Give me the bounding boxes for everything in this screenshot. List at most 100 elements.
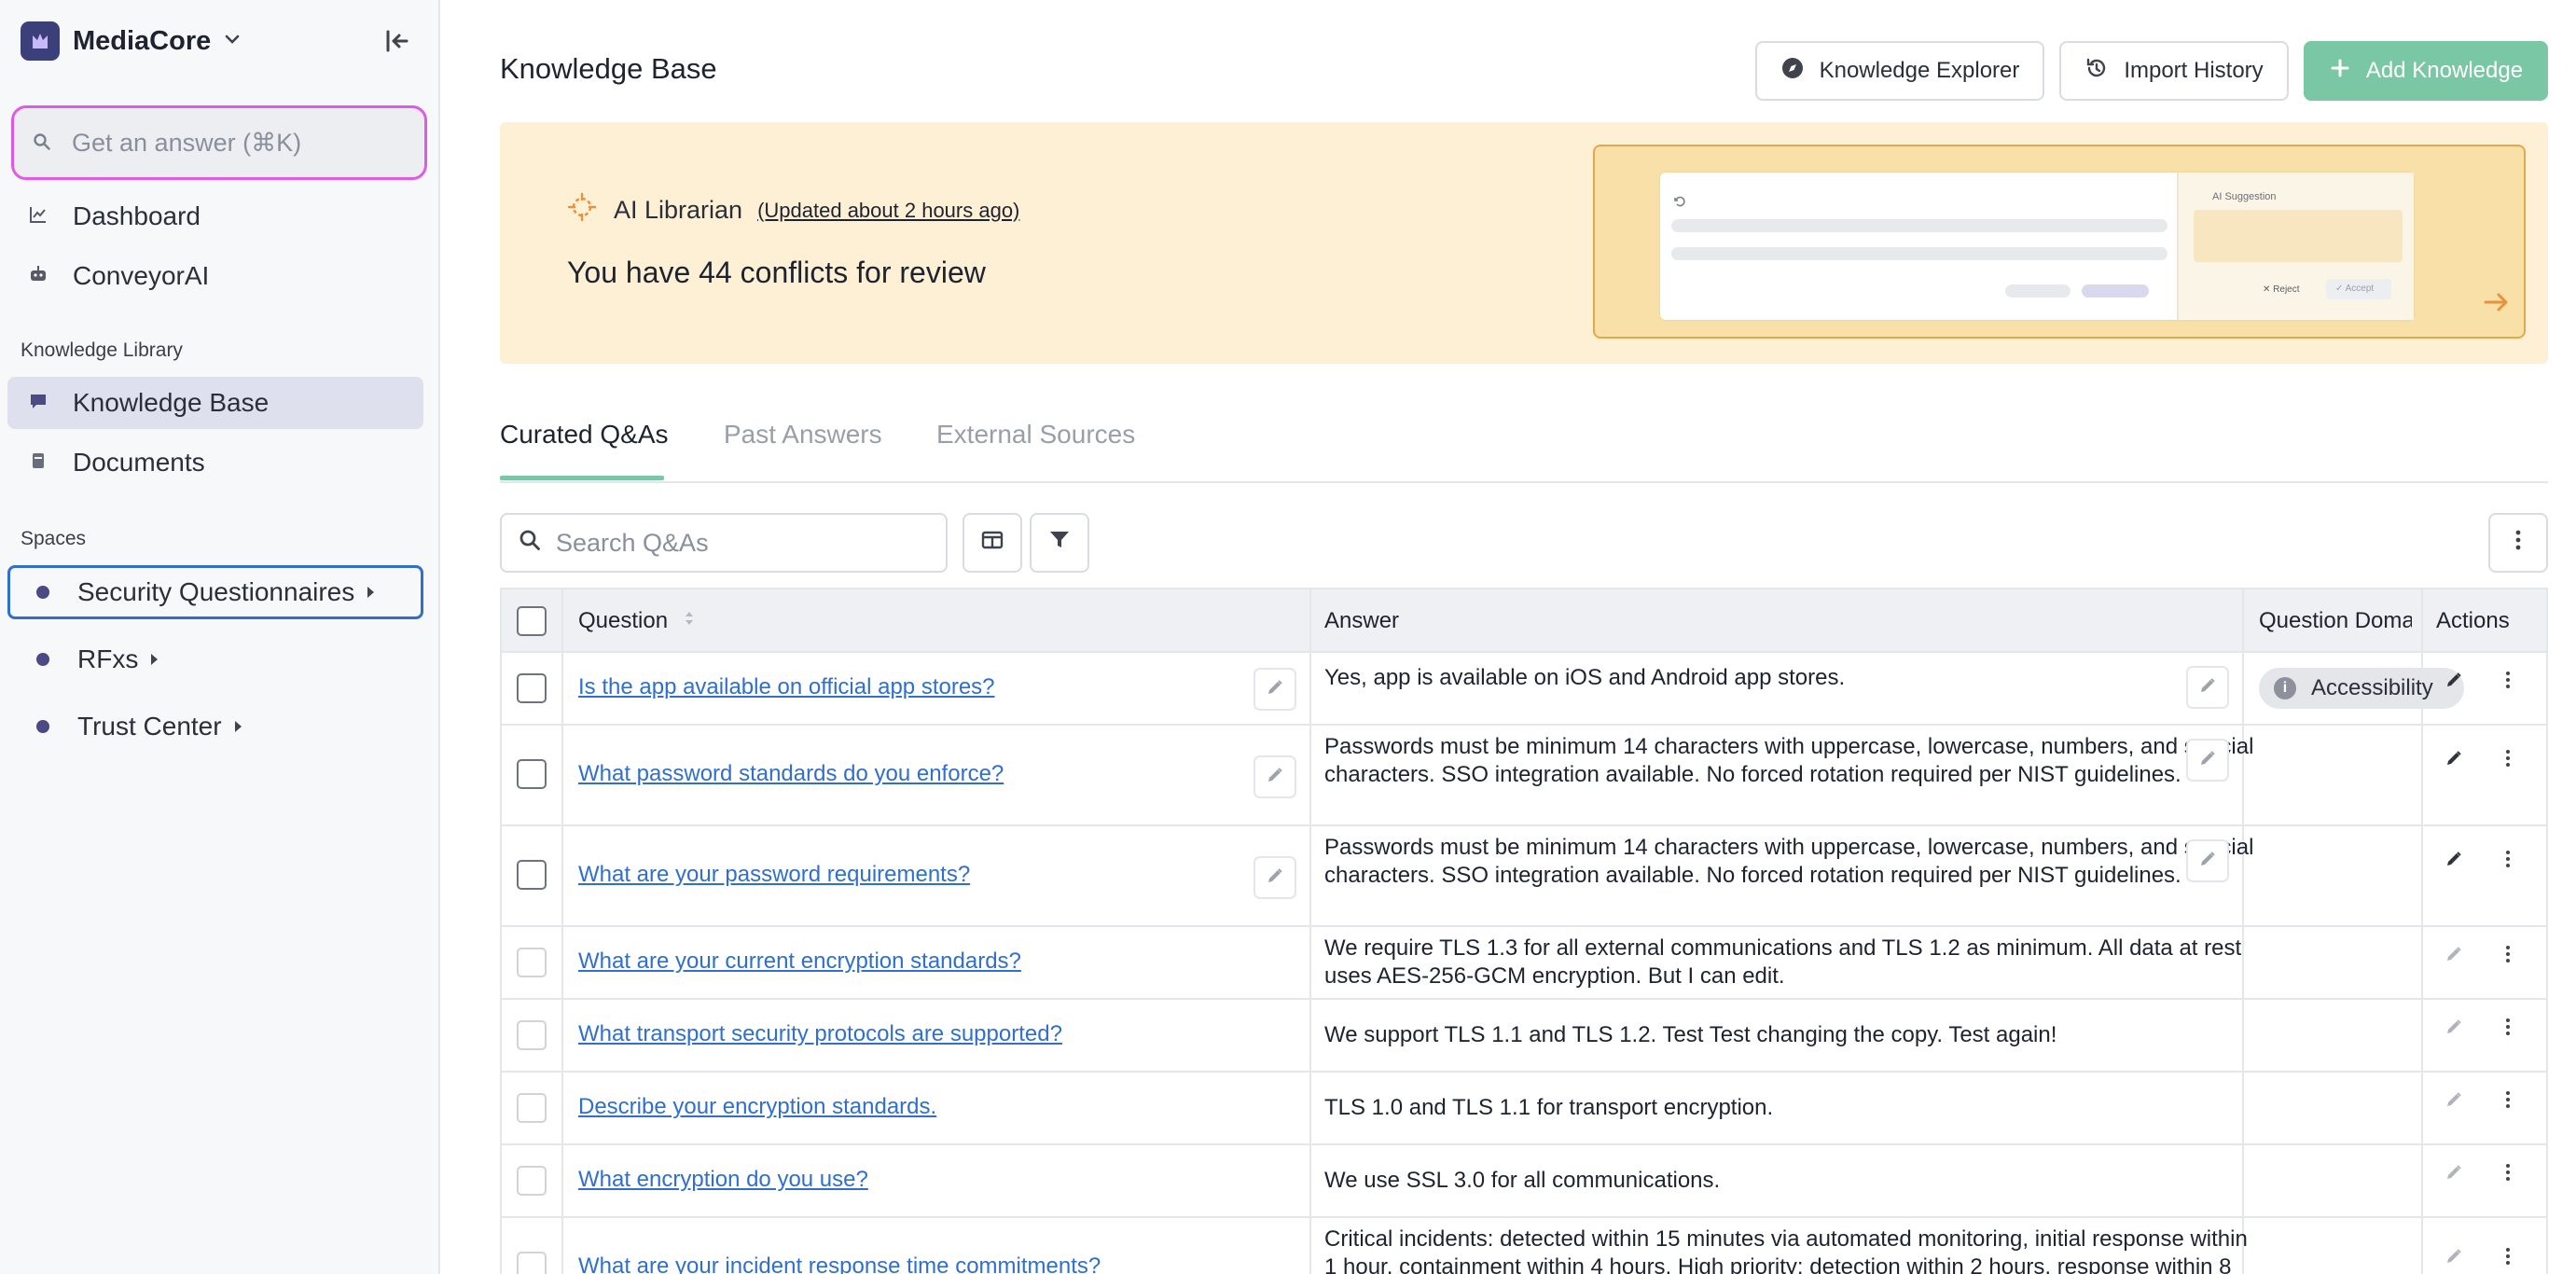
pencil-icon[interactable]: [2444, 847, 2464, 876]
table-row[interactable]: What transport security protocols are su…: [502, 1000, 2546, 1073]
sidebar-item-label: Security Questionnaires: [77, 577, 355, 606]
sidebar-item-knowledge-base[interactable]: Knowledge Base: [7, 377, 423, 429]
sidebar-item-label: Trust Center: [77, 712, 222, 741]
edit-answer-button[interactable]: [2186, 666, 2229, 709]
caret-right-icon[interactable]: [367, 587, 375, 598]
answer-text: Passwords must be minimum 14 characters …: [1324, 835, 2254, 888]
pencil-icon[interactable]: [2444, 1244, 2464, 1273]
answer-text: Yes, app is available on iOS and Android…: [1324, 665, 1846, 690]
caret-right-icon[interactable]: [234, 721, 242, 732]
pencil-icon[interactable]: [2444, 1160, 2464, 1189]
question-link[interactable]: What encryption do you use?: [578, 1167, 868, 1193]
column-header-answer[interactable]: Answer: [1324, 589, 1399, 653]
sidebar-space-rfxs[interactable]: RFxs: [7, 632, 423, 686]
sidebar-item-conveyorai[interactable]: ConveyorAI: [7, 250, 423, 302]
collapse-sidebar-icon[interactable]: [381, 24, 414, 58]
more-options-button[interactable]: [2488, 513, 2548, 573]
table-row[interactable]: What are your incident response time com…: [502, 1218, 2546, 1274]
more-vertical-icon[interactable]: [2498, 1244, 2518, 1273]
row-checkbox[interactable]: [517, 860, 547, 890]
row-checkbox[interactable]: [517, 1252, 547, 1274]
domain-chip[interactable]: i Accessibility: [2259, 668, 2464, 709]
question-link[interactable]: Describe your encryption standards.: [578, 1094, 936, 1120]
conflicts-message: You have 44 conflicts for review: [567, 256, 986, 289]
more-vertical-icon[interactable]: [2498, 1015, 2518, 1044]
import-history-button[interactable]: Import History: [2059, 41, 2289, 101]
question-link[interactable]: What transport security protocols are su…: [578, 1021, 1062, 1047]
row-checkbox[interactable]: [517, 673, 547, 703]
table-row[interactable]: What are your password requirements? Pass…: [502, 826, 2546, 927]
pencil-icon[interactable]: [2444, 1087, 2464, 1116]
row-checkbox[interactable]: [517, 948, 547, 977]
edit-question-button[interactable]: [1253, 668, 1296, 711]
more-vertical-icon[interactable]: [2498, 942, 2518, 971]
question-link[interactable]: What password standards do you enforce?: [578, 761, 1004, 787]
preview-card: AI Suggestion ✕ Reject ✓ Accept: [1660, 173, 2414, 320]
question-link[interactable]: What are your password requirements?: [578, 862, 970, 888]
space-dot-icon: [36, 586, 49, 599]
search-icon: [519, 529, 541, 558]
button-label: Import History: [2124, 58, 2264, 83]
sidebar-space-security-questionnaires[interactable]: Security Questionnaires: [7, 565, 423, 619]
question-link[interactable]: Is the app available on official app sto…: [578, 674, 995, 700]
column-header-question[interactable]: Question: [578, 589, 696, 653]
row-checkbox[interactable]: [517, 1093, 547, 1123]
workspace-switcher[interactable]: MediaCore: [21, 21, 242, 62]
edit-question-button[interactable]: [1253, 856, 1296, 899]
search-qas-input[interactable]: Search Q&As: [500, 513, 948, 573]
page-title: Knowledge Base: [500, 52, 717, 85]
table-row[interactable]: What are your current encryption standar…: [502, 927, 2546, 1000]
app-logo-icon: [21, 21, 60, 61]
sidebar-item-label: Dashboard: [73, 201, 201, 230]
edit-question-button[interactable]: [1253, 755, 1296, 798]
add-knowledge-button[interactable]: Add Knowledge: [2304, 41, 2548, 101]
columns-button[interactable]: [963, 513, 1022, 573]
pencil-icon[interactable]: [2444, 942, 2464, 971]
sidebar-item-label: RFxs: [77, 644, 139, 673]
more-vertical-icon[interactable]: [2498, 668, 2518, 697]
ai-librarian-title: AI Librarian: [614, 196, 743, 224]
edit-answer-button[interactable]: [2186, 739, 2229, 782]
more-vertical-icon[interactable]: [2498, 1160, 2518, 1189]
more-vertical-icon[interactable]: [2498, 847, 2518, 876]
more-vertical-icon[interactable]: [2498, 746, 2518, 775]
row-checkbox[interactable]: [517, 1020, 547, 1050]
sidebar-item-dashboard[interactable]: Dashboard: [7, 190, 423, 242]
filter-button[interactable]: [1030, 513, 1089, 573]
question-link[interactable]: What are your current encryption standar…: [578, 949, 1021, 975]
column-header-domain[interactable]: Question Domain: [2259, 589, 2412, 653]
table-row[interactable]: What encryption do you use? We use SSL 3.…: [502, 1145, 2546, 1218]
more-vertical-icon[interactable]: [2498, 1087, 2518, 1116]
question-link[interactable]: What are your incident response time com…: [578, 1253, 1101, 1274]
select-all-checkbox[interactable]: [517, 606, 547, 636]
table-row[interactable]: Is the app available on official app sto…: [502, 653, 2546, 726]
pencil-icon[interactable]: [2444, 1015, 2464, 1044]
pencil-icon[interactable]: [2444, 668, 2464, 697]
arrow-right-icon[interactable]: [2481, 286, 2513, 325]
row-checkbox[interactable]: [517, 1166, 547, 1196]
pencil-icon: [2197, 746, 2218, 775]
answer-text: TLS 1.0 and TLS 1.1 for transport encryp…: [1324, 1095, 1774, 1120]
ask-placeholder: Get an answer (⌘K): [72, 128, 302, 157]
table-row[interactable]: Describe your encryption standards. TLS 1…: [502, 1073, 2546, 1145]
caret-right-icon[interactable]: [151, 654, 159, 665]
tab-external-sources[interactable]: External Sources: [936, 420, 1135, 450]
edit-answer-button[interactable]: [2186, 839, 2229, 882]
ai-suggestion-preview[interactable]: AI Suggestion ✕ Reject ✓ Accept: [1593, 145, 2526, 339]
tab-past-answers[interactable]: Past Answers: [724, 420, 882, 450]
sidebar-item-label: ConveyorAI: [73, 261, 210, 290]
sidebar-space-trust-center[interactable]: Trust Center: [7, 699, 423, 754]
knowledge-explorer-button[interactable]: Knowledge Explorer: [1755, 41, 2044, 101]
pencil-icon[interactable]: [2444, 746, 2464, 775]
sparkle-icon: [567, 192, 597, 228]
row-checkbox[interactable]: [517, 759, 547, 789]
sidebar-item-documents[interactable]: Documents: [7, 436, 423, 489]
answer-text: We require TLS 1.3 for all external comm…: [1324, 935, 2242, 989]
ask-answer-input[interactable]: Get an answer (⌘K): [11, 105, 427, 180]
table-row[interactable]: What password standards do you enforce? P…: [502, 726, 2546, 826]
preview-suggestion-box: [2194, 210, 2403, 262]
plus-icon: [2329, 57, 2351, 86]
sort-icon[interactable]: [683, 608, 696, 634]
ai-librarian-updated-link[interactable]: (Updated about 2 hours ago): [757, 199, 1019, 223]
tab-curated-qas[interactable]: Curated Q&As: [500, 420, 669, 450]
